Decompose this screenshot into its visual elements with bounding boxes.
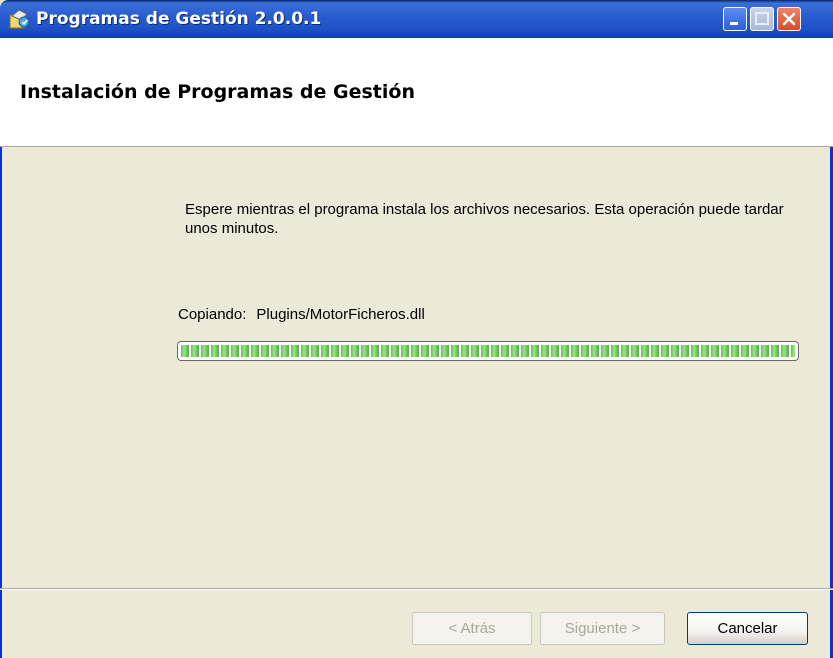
app-icon <box>7 7 31 31</box>
minimize-icon <box>730 22 738 25</box>
instructions-text: Espere mientras el programa instala los … <box>185 201 784 237</box>
close-icon <box>782 12 796 26</box>
title-bar[interactable]: Programas de Gestión 2.0.0.1 <box>0 0 833 38</box>
next-button[interactable]: Siguiente > <box>540 612 665 645</box>
minimize-button[interactable] <box>723 7 747 31</box>
wizard-content: Espere mientras el programa instala los … <box>0 148 833 588</box>
progress-bar-fill <box>181 345 795 357</box>
progress-bar <box>177 341 799 361</box>
copy-status-label: Copiando: <box>178 306 247 323</box>
close-button[interactable] <box>777 7 801 31</box>
maximize-button[interactable] <box>750 7 774 31</box>
window-title: Programas de Gestión 2.0.0.1 <box>36 9 322 29</box>
cancel-button[interactable]: Cancelar <box>687 612 808 645</box>
footer-divider <box>0 588 833 590</box>
back-button[interactable]: < Atrás <box>412 612 532 645</box>
wizard-header: Instalación de Programas de Gestión <box>0 38 833 147</box>
installer-window: Programas de Gestión 2.0.0.1 Instalación… <box>0 0 833 658</box>
copy-status-file: Plugins/MotorFicheros.dll <box>256 306 425 323</box>
maximize-icon <box>755 12 769 25</box>
copy-status: Copiando: Plugins/MotorFicheros.dll <box>178 306 425 323</box>
page-title: Instalación de Programas de Gestión <box>20 81 415 103</box>
